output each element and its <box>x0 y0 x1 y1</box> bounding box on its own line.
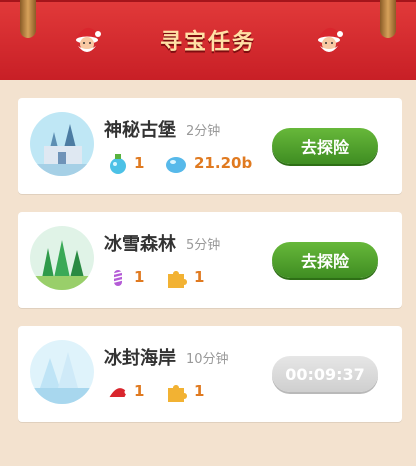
candy-icon <box>113 270 123 286</box>
task-card: 冰封海岸 10分钟 1 1 00:09:37 <box>18 326 402 422</box>
explore-button[interactable]: 去探险 <box>272 128 378 164</box>
reward-count: 1 <box>134 382 145 400</box>
castle-image <box>30 112 94 176</box>
countdown-timer-button[interactable]: 00:09:37 <box>272 356 378 392</box>
page-title: 寻宝任务 <box>159 30 256 55</box>
potion-icon <box>110 154 126 174</box>
task-name: 冰雪森林 <box>104 234 176 255</box>
forest-image <box>30 226 94 290</box>
task-card: 冰雪森林 5分钟 1 1 去探险 <box>18 212 402 308</box>
task-card: 神秘古堡 2分钟 1 21.20b 去探险 <box>18 98 402 194</box>
puzzle-piece-icon <box>168 385 187 402</box>
reward-count: 1 <box>194 268 205 286</box>
task-duration: 5分钟 <box>186 238 221 253</box>
frozen-coast-image <box>30 340 94 404</box>
reward-count: 1 <box>194 382 205 400</box>
task-name: 神秘古堡 <box>104 120 176 141</box>
reward-count: 1 <box>134 154 145 172</box>
task-name: 冰封海岸 <box>104 348 176 369</box>
reward-count: 1 <box>134 268 145 286</box>
diamond-icon <box>166 157 186 173</box>
task-duration: 10分钟 <box>186 352 229 367</box>
header-bar: 寻宝任务 <box>0 0 416 80</box>
reward-count: 21.20b <box>194 154 253 172</box>
task-duration: 2分钟 <box>186 124 221 139</box>
explore-button[interactable]: 去探险 <box>272 242 378 278</box>
puzzle-piece-icon <box>168 271 187 288</box>
santa-hat-icon <box>108 388 130 401</box>
